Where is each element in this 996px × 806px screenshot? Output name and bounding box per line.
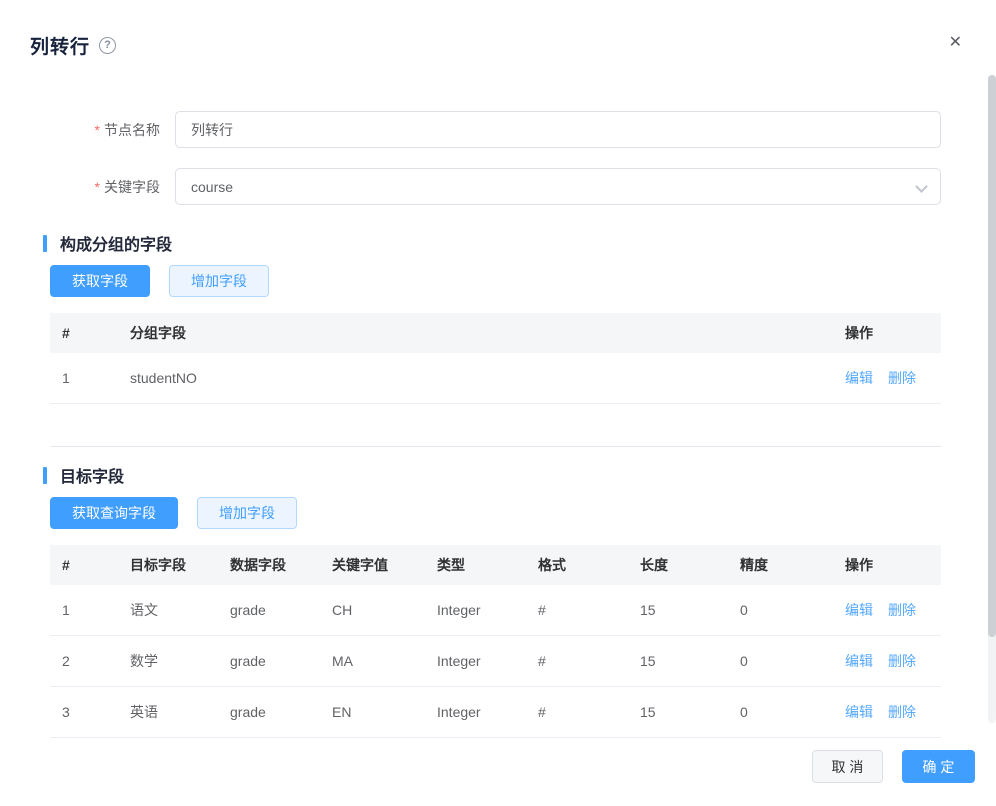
key-field-row: *关键字段 course xyxy=(0,168,941,205)
delete-link[interactable]: 删除 xyxy=(888,651,916,671)
section-accent-bar xyxy=(43,467,47,484)
dialog-footer: 取 消 确 定 xyxy=(812,750,975,783)
col-length: 长度 xyxy=(640,545,740,585)
node-name-row: *节点名称 xyxy=(0,111,941,148)
cell-data-field: grade xyxy=(230,585,332,635)
col-actions: 操作 xyxy=(845,313,941,353)
cell-precision: 0 xyxy=(740,687,845,737)
delete-link[interactable]: 删除 xyxy=(888,600,916,620)
delete-link[interactable]: 删除 xyxy=(888,368,916,388)
close-icon[interactable]: ✕ xyxy=(947,33,964,53)
cell-actions: 编辑 删除 xyxy=(845,636,941,686)
cell-target-field: 语文 xyxy=(130,585,230,635)
col-format: 格式 xyxy=(538,545,640,585)
add-group-field-button[interactable]: 增加字段 xyxy=(169,265,269,297)
required-asterisk: * xyxy=(95,122,100,138)
cell-key-value: EN xyxy=(332,687,437,737)
cell-format: # xyxy=(538,636,640,686)
cell-group-field: studentNO xyxy=(130,353,845,403)
key-field-select[interactable]: course xyxy=(175,168,941,205)
col-type: 类型 xyxy=(437,545,538,585)
cell-format: # xyxy=(538,585,640,635)
col-key-value: 关键字值 xyxy=(332,545,437,585)
confirm-button[interactable]: 确 定 xyxy=(902,750,975,783)
target-section-buttons: 获取查询字段 增加字段 xyxy=(50,497,297,529)
scrollbar-thumb[interactable] xyxy=(988,75,996,637)
target-fields-table: # 目标字段 数据字段 关键字值 类型 格式 长度 精度 操作 1 语文 gra… xyxy=(50,545,941,738)
cell-actions: 编辑 删除 xyxy=(845,353,941,403)
cell-data-field: grade xyxy=(230,636,332,686)
cell-actions: 编辑 删除 xyxy=(845,585,941,635)
group-section-title-text: 构成分组的字段 xyxy=(60,231,172,255)
node-name-label: *节点名称 xyxy=(0,120,175,140)
page-title: 列转行 xyxy=(30,32,90,59)
cell-index: 1 xyxy=(50,585,130,635)
cell-key-value: MA xyxy=(332,636,437,686)
cell-precision: 0 xyxy=(740,585,845,635)
col-data-field: 数据字段 xyxy=(230,545,332,585)
group-section-title: 构成分组的字段 xyxy=(43,231,172,255)
cell-data-field: grade xyxy=(230,687,332,737)
cell-target-field: 数学 xyxy=(130,636,230,686)
required-asterisk: * xyxy=(95,179,100,195)
target-table-header: # 目标字段 数据字段 关键字值 类型 格式 长度 精度 操作 xyxy=(50,545,941,585)
cell-length: 15 xyxy=(640,585,740,635)
help-icon[interactable]: ? xyxy=(99,37,116,54)
target-section-title-text: 目标字段 xyxy=(60,463,124,487)
key-field-label-text: 关键字段 xyxy=(104,179,160,195)
cell-index: 3 xyxy=(50,687,130,737)
col-precision: 精度 xyxy=(740,545,845,585)
key-field-selected-value: course xyxy=(191,179,233,195)
cancel-button[interactable]: 取 消 xyxy=(812,750,883,783)
table-row: 2 数学 grade MA Integer # 15 0 编辑 删除 xyxy=(50,636,941,687)
target-section-title: 目标字段 xyxy=(43,463,124,487)
cell-length: 15 xyxy=(640,687,740,737)
cell-precision: 0 xyxy=(740,636,845,686)
cell-index: 1 xyxy=(50,353,130,403)
add-target-field-button[interactable]: 增加字段 xyxy=(197,497,297,529)
dialog-header: 列转行 ? xyxy=(30,32,116,59)
section-accent-bar xyxy=(43,235,47,252)
cell-format: # xyxy=(538,687,640,737)
edit-link[interactable]: 编辑 xyxy=(845,600,873,620)
scrollbar-track[interactable] xyxy=(988,75,996,723)
column-to-row-dialog: { "colors": { "primary": "#409eff", "lin… xyxy=(0,0,996,806)
col-target-field: 目标字段 xyxy=(130,545,230,585)
col-index: # xyxy=(50,313,130,353)
node-name-label-text: 节点名称 xyxy=(104,122,160,138)
cell-actions: 编辑 删除 xyxy=(845,687,941,737)
group-fields-table: # 分组字段 操作 1 studentNO 编辑 删除 xyxy=(50,313,941,447)
fetch-query-fields-button[interactable]: 获取查询字段 xyxy=(50,497,178,529)
fetch-fields-button[interactable]: 获取字段 xyxy=(50,265,150,297)
col-index: # xyxy=(50,545,130,585)
group-table-header: # 分组字段 操作 xyxy=(50,313,941,353)
node-name-input[interactable] xyxy=(175,111,941,148)
table-row: 1 studentNO 编辑 删除 xyxy=(50,353,941,404)
edit-link[interactable]: 编辑 xyxy=(845,651,873,671)
table-row: 1 语文 grade CH Integer # 15 0 编辑 删除 xyxy=(50,585,941,636)
cell-type: Integer xyxy=(437,636,538,686)
cell-key-value: CH xyxy=(332,585,437,635)
group-section-buttons: 获取字段 增加字段 xyxy=(50,265,269,297)
key-field-label: *关键字段 xyxy=(0,177,175,197)
col-group-field: 分组字段 xyxy=(130,313,845,353)
cell-target-field: 英语 xyxy=(130,687,230,737)
delete-link[interactable]: 删除 xyxy=(888,702,916,722)
cell-type: Integer xyxy=(437,687,538,737)
cell-index: 2 xyxy=(50,636,130,686)
table-row: 3 英语 grade EN Integer # 15 0 编辑 删除 xyxy=(50,687,941,738)
edit-link[interactable]: 编辑 xyxy=(845,368,873,388)
chevron-down-icon xyxy=(917,182,926,191)
cell-type: Integer xyxy=(437,585,538,635)
edit-link[interactable]: 编辑 xyxy=(845,702,873,722)
col-actions: 操作 xyxy=(845,545,941,585)
table-empty-area xyxy=(50,404,941,447)
cell-length: 15 xyxy=(640,636,740,686)
